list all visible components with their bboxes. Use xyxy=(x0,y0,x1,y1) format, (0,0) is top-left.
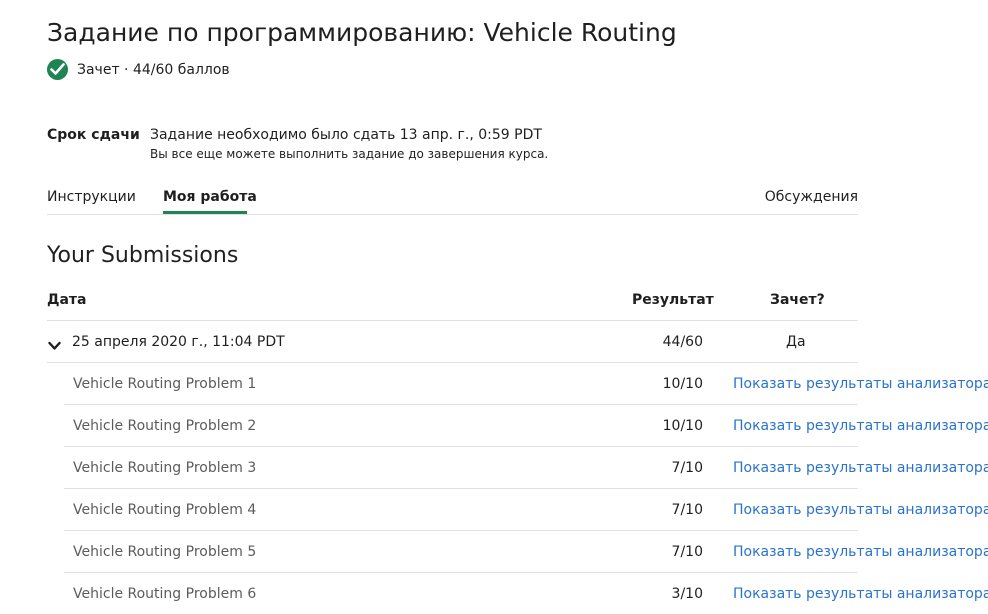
problem-name: Vehicle Routing Problem 5 xyxy=(73,544,257,560)
problem-score: 3/10 xyxy=(671,586,703,602)
row-divider xyxy=(47,362,858,363)
grader-output-link[interactable]: Показать результаты анализатора xyxy=(733,544,988,560)
problem-score: 10/10 xyxy=(662,418,703,434)
problem-name: Vehicle Routing Problem 6 xyxy=(73,586,257,602)
grader-output-link[interactable]: Показать результаты анализатора xyxy=(733,586,988,602)
submission-result: 44/60 xyxy=(662,334,703,350)
grader-output-link[interactable]: Показать результаты анализатора xyxy=(733,502,988,518)
column-header-passed: Зачет? xyxy=(770,292,825,308)
grader-output-link[interactable]: Показать результаты анализатора xyxy=(733,418,988,434)
deadline-text: Задание необходимо было сдать 13 апр. г.… xyxy=(150,127,542,143)
active-tab-indicator xyxy=(163,211,247,214)
grade-status: Зачет · 44/60 баллов xyxy=(47,59,230,80)
problem-name: Vehicle Routing Problem 2 xyxy=(73,418,257,434)
chevron-down-icon[interactable] xyxy=(48,336,61,355)
tab-discussions[interactable]: Обсуждения xyxy=(765,189,858,205)
row-divider xyxy=(64,404,858,405)
row-divider xyxy=(64,530,858,531)
problem-name: Vehicle Routing Problem 1 xyxy=(73,376,257,392)
check-circle-icon xyxy=(47,59,68,80)
submission-date: 25 апреля 2020 г., 11:04 PDT xyxy=(72,334,285,350)
tab-my-work[interactable]: Моя работа xyxy=(163,189,257,205)
problem-score: 7/10 xyxy=(671,460,703,476)
submissions-title: Your Submissions xyxy=(47,243,239,268)
submission-passed: Да xyxy=(786,334,806,350)
column-header-date: Дата xyxy=(47,292,87,308)
column-header-result: Результат xyxy=(632,292,714,308)
grade-status-text: Зачет · 44/60 баллов xyxy=(77,61,230,78)
problem-score: 10/10 xyxy=(662,376,703,392)
tab-bar: Инструкции Моя работа Обсуждения xyxy=(47,180,858,215)
deadline-note: Вы все еще можете выполнить задание до з… xyxy=(150,147,549,161)
problem-score: 7/10 xyxy=(671,502,703,518)
row-divider xyxy=(64,572,858,573)
deadline-label: Срок сдачи xyxy=(47,127,140,143)
problem-score: 7/10 xyxy=(671,544,703,560)
tab-instructions[interactable]: Инструкции xyxy=(47,189,136,205)
grader-output-link[interactable]: Показать результаты анализатора xyxy=(733,376,988,392)
row-divider xyxy=(64,446,858,447)
problem-name: Vehicle Routing Problem 3 xyxy=(73,460,257,476)
grader-output-link[interactable]: Показать результаты анализатора xyxy=(733,460,988,476)
problem-name: Vehicle Routing Problem 4 xyxy=(73,502,257,518)
page-title: Задание по программированию: Vehicle Rou… xyxy=(47,18,677,47)
row-divider xyxy=(64,488,858,489)
header-divider xyxy=(47,320,858,321)
